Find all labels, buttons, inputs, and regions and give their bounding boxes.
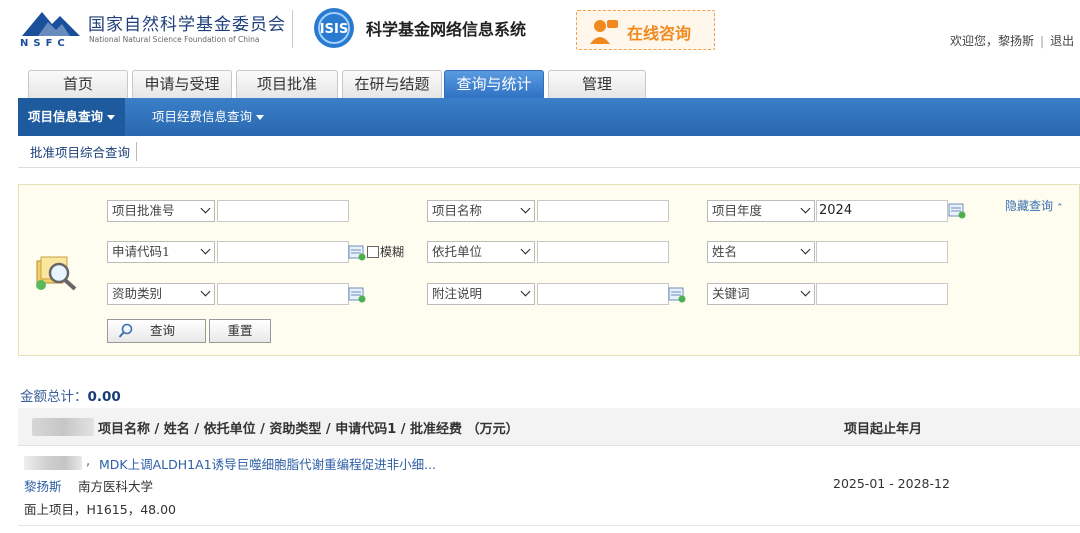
query-button-label: 查询 bbox=[150, 323, 176, 338]
field-input-remarks[interactable] bbox=[537, 283, 669, 305]
field-input-apply-code[interactable] bbox=[217, 241, 349, 263]
field-select-funding-type[interactable]: 资助类别 bbox=[107, 283, 215, 305]
field-select-remarks[interactable]: 附注说明 bbox=[427, 283, 535, 305]
field-select-institution[interactable]: 依托单位 bbox=[427, 241, 535, 263]
double-chevron-up-icon: ⌃ bbox=[1056, 203, 1064, 213]
org-name-cn: 国家自然科学基金委员会 bbox=[88, 15, 286, 35]
chevron-down-icon bbox=[520, 244, 531, 255]
field-select-project-name[interactable]: 项目名称 bbox=[427, 200, 535, 222]
person-link[interactable]: 黎扬斯 bbox=[24, 476, 62, 495]
subnav-project-info-label: 项目信息查询 bbox=[28, 109, 104, 124]
field-select-label: 依托单位 bbox=[432, 244, 483, 259]
tab-approval[interactable]: 项目批准 bbox=[236, 70, 338, 98]
search-magnifier-icon bbox=[36, 256, 77, 291]
column-header-period: 项目起止年月 bbox=[844, 422, 923, 437]
picker-icon[interactable] bbox=[348, 287, 366, 303]
project-period-text: 2025-01 - 2028-12 bbox=[833, 476, 950, 491]
picker-icon[interactable] bbox=[668, 287, 686, 303]
field-input-project-name[interactable] bbox=[537, 200, 669, 222]
chevron-down-icon bbox=[800, 244, 811, 255]
isis-logo-text: ISIS bbox=[320, 22, 348, 37]
field-select-keywords[interactable]: 关键词 bbox=[707, 283, 815, 305]
subnav-fund-info-label: 项目经费信息查询 bbox=[152, 109, 253, 124]
field-select-label: 申请代码1 bbox=[112, 244, 170, 259]
column-header-title: 项目名称 / 姓名 / 依托单位 / 资助类型 / 申请代码1 / 批准经费 （… bbox=[98, 422, 519, 437]
tab-manage[interactable]: 管理 bbox=[548, 70, 646, 98]
caret-down-icon bbox=[107, 115, 116, 120]
field-select-name[interactable]: 姓名 bbox=[707, 241, 815, 263]
tab-query-stats[interactable]: 查询与统计 bbox=[444, 70, 544, 98]
header-divider bbox=[292, 10, 293, 48]
table-row: , MDK上调ALDH1A1诱导巨噬细胞脂代谢重编程促进非小细... 黎扬斯 南… bbox=[18, 446, 1080, 526]
hide-search-label: 隐藏查询 bbox=[1005, 199, 1054, 213]
amount-total-label: 金额总计： bbox=[20, 389, 88, 405]
chevron-down-icon bbox=[800, 286, 811, 297]
field-input-approval-no[interactable] bbox=[217, 200, 349, 222]
org-name-en: National Natural Science Foundation of C… bbox=[89, 35, 260, 44]
tab-apply[interactable]: 申请与受理 bbox=[132, 70, 232, 98]
picker-icon[interactable] bbox=[948, 203, 966, 219]
welcome-text: 欢迎您，黎扬斯 bbox=[950, 34, 1035, 48]
search-icon bbox=[118, 323, 133, 338]
institution-text: 南方医科大学 bbox=[78, 479, 154, 494]
row-separator: , bbox=[86, 454, 91, 469]
tab-ongoing[interactable]: 在研与结题 bbox=[342, 70, 442, 98]
field-select-label: 项目年度 bbox=[712, 203, 763, 218]
field-select-apply-code[interactable]: 申请代码1 bbox=[107, 241, 215, 263]
query-button[interactable]: 查询 bbox=[107, 319, 206, 343]
field-select-label: 资助类别 bbox=[112, 286, 163, 301]
chevron-down-icon bbox=[800, 203, 811, 214]
system-title: 科学基金网络信息系统 bbox=[366, 20, 527, 39]
reset-button[interactable]: 重置 bbox=[209, 319, 271, 343]
subnav-fund-info-query[interactable]: 项目经费信息查询 bbox=[152, 98, 265, 136]
caret-down-icon bbox=[256, 115, 265, 120]
field-select-label: 姓名 bbox=[712, 244, 738, 259]
chevron-down-icon bbox=[200, 203, 211, 214]
project-title-link[interactable]: MDK上调ALDH1A1诱导巨噬细胞脂代谢重编程促进非小细... bbox=[99, 454, 436, 473]
field-select-approval-no[interactable]: 项目批准号 bbox=[107, 200, 215, 222]
field-select-label: 项目批准号 bbox=[112, 203, 175, 218]
chevron-down-icon bbox=[520, 203, 531, 214]
project-meta-text: 面上项目，H1615，48.00 bbox=[24, 502, 176, 517]
welcome-area: 欢迎您，黎扬斯 | 退出 bbox=[950, 32, 1074, 49]
chevron-down-icon bbox=[200, 286, 211, 297]
fuzzy-label: 模糊 bbox=[380, 245, 405, 259]
search-panel: 项目批准号 项目名称 项目年度 2024 隐藏查询 ⌃ 申请代码1 模糊 依托单位… bbox=[18, 184, 1080, 356]
hide-search-link[interactable]: 隐藏查询 ⌃ bbox=[1005, 197, 1064, 214]
redacted-block bbox=[32, 418, 94, 436]
online-consult-button[interactable]: 在线咨询 bbox=[576, 10, 715, 50]
chevron-down-icon bbox=[520, 286, 531, 297]
isis-logo-icon: ISIS bbox=[314, 8, 354, 48]
header: NSFC 国家自然科学基金委员会 National Natural Scienc… bbox=[0, 0, 1080, 68]
online-consult-label: 在线咨询 bbox=[627, 24, 692, 43]
field-input-institution[interactable] bbox=[537, 241, 669, 263]
sub-navigation: 项目信息查询 项目经费信息查询 bbox=[18, 98, 1080, 136]
amount-total: 金额总计：0.00 bbox=[20, 385, 121, 405]
chevron-down-icon bbox=[200, 244, 211, 255]
subnav-project-info-query[interactable]: 项目信息查询 bbox=[18, 98, 126, 136]
breadcrumb-bar: 批准项目综合查询 bbox=[18, 136, 1080, 168]
field-input-funding-type[interactable] bbox=[217, 283, 349, 305]
logout-link[interactable]: 退出 bbox=[1050, 34, 1074, 48]
tab-home[interactable]: 首页 bbox=[28, 70, 128, 98]
field-select-label: 附注说明 bbox=[432, 286, 483, 301]
results-header: 项目名称 / 姓名 / 依托单位 / 资助类型 / 申请代码1 / 批准经费 （… bbox=[18, 408, 1080, 446]
field-input-name[interactable] bbox=[816, 241, 948, 263]
fuzzy-checkbox[interactable] bbox=[367, 246, 379, 258]
welcome-separator: | bbox=[1040, 34, 1045, 48]
breadcrumb-approved-projects[interactable]: 批准项目综合查询 bbox=[30, 142, 138, 161]
field-input-keywords[interactable] bbox=[816, 283, 948, 305]
nsfc-logo-text: NSFC bbox=[20, 38, 70, 49]
field-select-label: 关键词 bbox=[712, 286, 750, 301]
redacted-block bbox=[24, 456, 82, 470]
person-chat-icon bbox=[590, 20, 618, 44]
field-select-project-year[interactable]: 项目年度 bbox=[707, 200, 815, 222]
picker-icon[interactable] bbox=[348, 245, 366, 261]
field-input-project-year[interactable]: 2024 bbox=[816, 200, 948, 222]
amount-total-value: 0.00 bbox=[87, 389, 121, 405]
field-select-label: 项目名称 bbox=[432, 203, 483, 218]
